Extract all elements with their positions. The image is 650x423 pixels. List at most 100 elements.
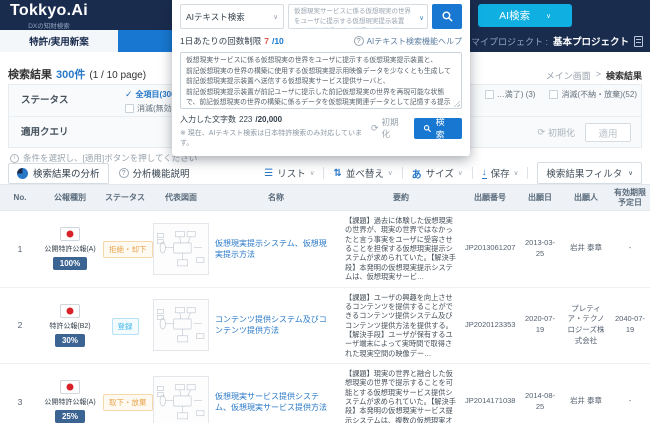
publication-type-cell: 公開特許公報(A) 100% — [43, 227, 97, 270]
list-view-label: リスト — [277, 166, 306, 180]
result-filter-button[interactable]: 検索結果フィルタ ∨ — [537, 162, 642, 184]
breadcrumb: メイン画面 > 検索結果 — [546, 69, 642, 82]
breadcrumb-parent[interactable]: メイン画面 — [546, 69, 591, 82]
size-menu[interactable]: あ サイズ ∨ — [412, 166, 463, 181]
logo-subtitle: DXの知財検索 — [10, 20, 88, 30]
column-header: 有効期限予定日 — [610, 185, 650, 211]
status-badge: 取下・放棄 — [103, 394, 153, 411]
search-query-input[interactable]: 仮想現実サービスに係る仮想現実の世界をユーザに提示する仮想現実提示装置と、 前記… — [288, 4, 428, 29]
download-icon: ↓ — [482, 168, 487, 179]
search-icon — [423, 124, 432, 133]
query-reset-button[interactable]: ⟳ 初期化 — [371, 116, 406, 140]
application-number: JP2020123353 — [462, 287, 518, 364]
result-filter-label: 検索結果フィルタ — [546, 166, 622, 180]
tab-patent-utility-label: 特許/実用新案 — [29, 34, 89, 48]
chevron-down-icon: ∨ — [628, 169, 633, 177]
patent-drawing-thumbnail[interactable] — [153, 223, 209, 275]
chevron-down-icon: ∨ — [273, 13, 278, 21]
checkbox-checked-icon — [125, 89, 133, 100]
list-icon: ☰ — [264, 168, 273, 179]
publication-type-cell: 特許公報(B2) 30% — [43, 304, 97, 347]
size-menu-label: サイズ — [426, 166, 454, 180]
status-checkbox-all[interactable]: 全項目(300) — [125, 89, 178, 100]
patent-result-row: 3 公開特許公報(A) 25% 取下・放棄 — [0, 364, 650, 423]
filter-reset-button[interactable]: ⟳ 初期化 — [537, 126, 575, 139]
search-icon — [441, 10, 454, 23]
ai-search-help-link[interactable]: ? AIテキスト検索機能ヘルプ — [354, 36, 462, 47]
checkbox-icon — [485, 90, 494, 99]
logo[interactable]: Tokkyo.Ai DXの知財検索 — [10, 3, 88, 30]
daily-limit-label: 1日あたりの回数制限 — [180, 35, 261, 47]
patent-title-link[interactable]: コンテンツ提供システム及びコンテンツ提供方法 — [212, 287, 340, 364]
ai-search-menu-button[interactable]: AI検索 ∨ — [478, 4, 572, 27]
char-count-label: 入力した文字数 — [180, 114, 236, 125]
patent-result-row: 1 公開特許公報(A) 100% 拒絶・却下 — [0, 211, 650, 288]
column-header: 要約 — [340, 185, 462, 211]
ai-search-menu-label: AI検索 — [499, 8, 530, 23]
search-bar: AIテキスト検索 ∨ 仮想現実サービスに係る仮想現実の世界をユーザに提示する仮想… — [180, 4, 462, 29]
table-header-row: No.公報種別ステータス代表図面名称要約出願番号出願日出願人有効期限予定日 — [0, 185, 650, 211]
ai-search-help-label: AIテキスト検索機能ヘルプ — [367, 36, 462, 47]
column-header: 公報種別 — [40, 185, 100, 211]
search-submit-button[interactable] — [432, 4, 462, 29]
patent-drawing-thumbnail[interactable] — [153, 299, 209, 351]
search-mode-value: AIテキスト検索 — [186, 11, 245, 23]
status-checkbox-expired[interactable]: …満了) (3) — [485, 89, 536, 100]
question-icon: ? — [119, 168, 129, 178]
save-menu-label: 保存 — [491, 166, 510, 180]
analysis-button-label: 検索結果の分析 — [33, 166, 100, 180]
results-table-body: 1 公開特許公報(A) 100% 拒絶・却下 — [0, 211, 650, 423]
breadcrumb-separator: > — [596, 69, 601, 82]
query-reset-label: 初期化 — [382, 116, 406, 140]
analysis-button[interactable]: 検索結果の分析 — [8, 163, 109, 184]
column-header: No. — [0, 185, 40, 211]
filter-actions: ⟳ 初期化 適用 — [537, 123, 631, 142]
daily-limit: 1日あたりの回数制限 7 /10 — [180, 35, 284, 47]
analysis-help-link[interactable]: ? 分析機能説明 — [119, 166, 190, 180]
search-mode-select[interactable]: AIテキスト検索 ∨ — [180, 4, 284, 29]
clipboard-icon[interactable] — [634, 36, 643, 47]
filter-apply-button[interactable]: 適用 — [585, 123, 631, 142]
status-filter-label: ステータス — [9, 85, 115, 116]
application-number: JP2014171038 — [462, 364, 518, 423]
expiry-date: - — [610, 211, 650, 288]
my-project-bar: マイプロジェクト : 基本プロジェクト — [454, 30, 650, 52]
patent-drawing-thumbnail[interactable] — [153, 376, 209, 423]
view-toolbar: 検索結果の分析 ? 分析機能説明 ☰ リスト ∨ ⇅ 並べ替え ∨ あ サイズ … — [8, 162, 642, 184]
patent-result-row: 2 特許公報(B2) 30% 登録 — [0, 287, 650, 364]
japan-flag-icon — [60, 304, 80, 318]
patent-title-link[interactable]: 仮想現実提示システム、仮想現実提示方法 — [212, 211, 340, 288]
results-label: 検索結果 — [8, 66, 52, 82]
application-date: 2013-03-25 — [518, 211, 562, 288]
patent-title-link[interactable]: 仮想現実サービス提供システム、仮想現実サービス提供方法 — [212, 364, 340, 423]
results-count: 300件 — [56, 66, 85, 82]
chevron-down-icon: ∨ — [388, 169, 393, 177]
sort-menu-label: 並べ替え — [346, 166, 384, 180]
list-view-menu[interactable]: ☰ リスト ∨ — [264, 166, 314, 180]
japan-flag-icon — [60, 380, 80, 394]
tab-patent-utility[interactable]: 特許/実用新案 — [0, 30, 118, 52]
expiry-date: 2040-07-19 — [610, 287, 650, 364]
status-checkbox-lapsed[interactable]: 消滅(不納・放棄)(52) — [549, 89, 637, 100]
ai-text-search-panel: AIテキスト検索 ∨ 仮想現実サービスに係る仮想現実の世界をユーザに提示する仮想… — [172, 0, 470, 156]
query-search-label: 検索 — [436, 115, 453, 141]
char-count: 入力した文字数 223 /20,000 — [180, 114, 371, 125]
applicant-name: 岩井 泰章 — [562, 211, 610, 288]
char-count-max: /20,000 — [255, 115, 282, 124]
search-query-textarea[interactable]: 仮想現実サービスに係る仮想現実の世界をユーザに提示する仮想現実提示装置と、 前記… — [180, 52, 462, 109]
drawing-sketch — [156, 226, 206, 272]
search-query-preview: 仮想現実サービスに係る仮想現実の世界をユーザに提示する仮想現実提示装置と、 前記… — [294, 8, 413, 29]
save-menu[interactable]: ↓ 保存 ∨ — [482, 166, 519, 180]
publication-type-label: 特許公報(B2) — [49, 321, 90, 331]
checkbox-icon — [549, 90, 558, 99]
query-search-button[interactable]: 検索 — [414, 118, 462, 139]
breadcrumb-current: 検索結果 — [606, 69, 642, 82]
sort-menu[interactable]: ⇅ 並べ替え ∨ — [333, 166, 392, 180]
filter-reset-label: 初期化 — [548, 126, 575, 139]
status-badge: 登録 — [112, 318, 139, 335]
results-table: No.公報種別ステータス代表図面名称要約出願番号出願日出願人有効期限予定日 1 … — [0, 184, 650, 423]
drawing-sketch — [156, 302, 206, 348]
column-header: 出願番号 — [462, 185, 518, 211]
chevron-down-icon: ∨ — [514, 169, 519, 177]
search-panel-footer: 入力した文字数 223 /20,000 ※ 現在、AIテキスト検索は日本特許検索… — [180, 114, 462, 148]
